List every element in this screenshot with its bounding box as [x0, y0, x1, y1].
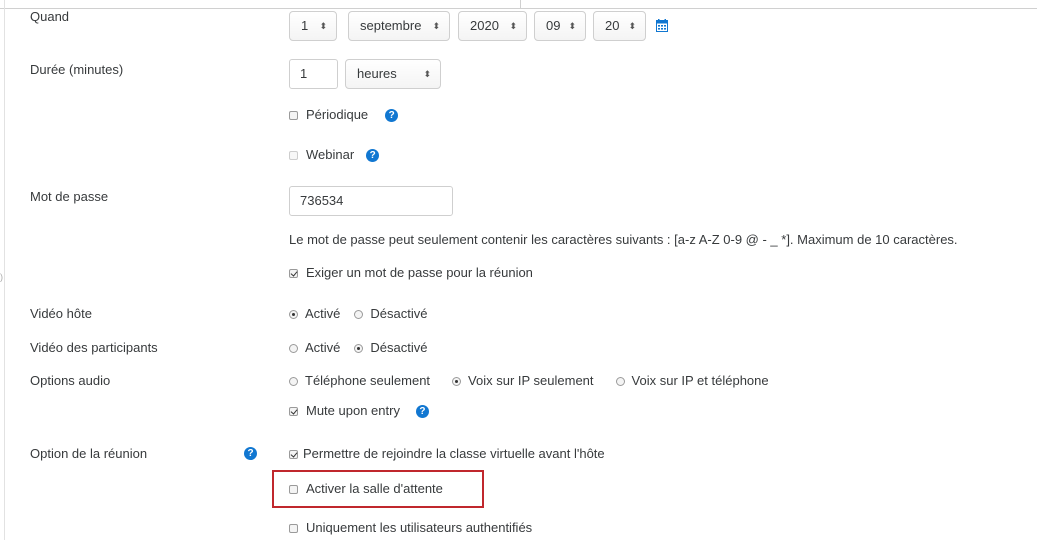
month-select[interactable]: septembre ⬍: [348, 11, 450, 41]
meeting-option-label: Option de la réunion: [30, 446, 148, 461]
participant-video-off-label: Désactivé: [370, 340, 428, 355]
host-video-on-radio[interactable]: [289, 309, 298, 319]
recurring-checkbox[interactable]: [289, 110, 298, 120]
audio-both-label: Voix sur IP et téléphone: [631, 373, 769, 388]
participant-video-on-radio[interactable]: [289, 343, 298, 353]
sort-arrows-icon: ⬍: [423, 69, 431, 79]
duration-unit-value: heures: [357, 66, 397, 81]
password-label: Mot de passe: [30, 189, 109, 204]
audio-options-label: Options audio: [30, 373, 111, 388]
host-video-off-label: Désactivé: [370, 306, 428, 321]
require-password-row: Exiger un mot de passe pour la réunion: [289, 264, 533, 282]
mute-label: Mute upon entry: [306, 403, 400, 418]
webinar-checkbox[interactable]: [289, 150, 298, 160]
mute-checkbox[interactable]: [289, 406, 298, 416]
host-video-on-label: Activé: [305, 306, 341, 321]
password-hint: Le mot de passe peut seulement contenir …: [289, 232, 958, 247]
participant-video-options: Activé Désactivé: [289, 339, 427, 357]
audio-voip-radio[interactable]: [452, 376, 462, 386]
auth-only-checkbox[interactable]: [289, 523, 298, 533]
audio-options: Téléphone seulement Voix sur IP seulemen…: [289, 372, 769, 390]
top-border: [0, 8, 1037, 9]
sort-arrows-icon: ⬍: [509, 21, 517, 31]
participant-video-off-radio[interactable]: [354, 343, 364, 353]
month-select-value: septembre: [360, 18, 422, 33]
join-before-host-row: Permettre de rejoindre la classe virtuel…: [289, 445, 605, 463]
waiting-room-highlight: [272, 470, 484, 508]
sort-arrows-icon: ⬍: [568, 21, 576, 31]
day-select[interactable]: 1 ⬍: [289, 11, 337, 41]
join-before-host-label: Permettre de rejoindre la classe virtuel…: [303, 446, 605, 461]
year-select-value: 2020: [470, 18, 499, 33]
minute-select[interactable]: 20 ⬍: [593, 11, 646, 41]
question-circle-icon[interactable]: ?: [366, 148, 380, 162]
zoom-meeting-form: ) Quand 1 ⬍ septembre ⬍ 2020 ⬍ 09 ⬍ 20 ⬍…: [0, 0, 1037, 540]
year-select[interactable]: 2020 ⬍: [458, 11, 527, 41]
when-label: Quand: [30, 9, 70, 24]
host-video-off-radio[interactable]: [354, 309, 364, 319]
top-border-tick: [520, 0, 521, 9]
auth-only-label: Uniquement les utilisateurs authentifiés: [306, 520, 533, 535]
audio-voip-label: Voix sur IP seulement: [468, 373, 594, 388]
day-select-value: 1: [301, 18, 309, 33]
participant-video-on-label: Activé: [305, 340, 341, 355]
auth-only-row: Uniquement les utilisateurs authentifiés: [289, 519, 532, 537]
duration-unit-select[interactable]: heures ⬍: [345, 59, 441, 89]
recurring-label: Périodique: [306, 107, 369, 122]
left-edge-border: [4, 0, 5, 540]
webinar-row: Webinar ?: [289, 146, 380, 164]
question-circle-icon[interactable]: ?: [244, 447, 257, 460]
sort-arrows-icon: ⬍: [628, 21, 636, 31]
sort-arrows-icon: ⬍: [432, 21, 440, 31]
hour-select-value: 09: [546, 18, 561, 33]
webinar-label: Webinar: [306, 147, 355, 162]
recurring-row: Périodique ?: [289, 106, 399, 124]
require-password-checkbox[interactable]: [289, 268, 298, 278]
require-password-label: Exiger un mot de passe pour la réunion: [306, 265, 533, 280]
audio-both-radio[interactable]: [615, 376, 625, 386]
mute-row: Mute upon entry ?: [289, 402, 429, 420]
minute-select-value: 20: [605, 18, 620, 33]
question-circle-icon[interactable]: ?: [385, 108, 399, 122]
calendar-icon[interactable]: [656, 19, 668, 32]
audio-phone-label: Téléphone seulement: [305, 373, 431, 388]
join-before-host-checkbox[interactable]: [289, 449, 298, 459]
audio-phone-radio[interactable]: [289, 376, 298, 386]
host-video-options: Activé Désactivé: [289, 305, 427, 323]
question-circle-icon[interactable]: ?: [415, 404, 429, 418]
host-video-label: Vidéo hôte: [30, 306, 92, 321]
password-input[interactable]: 736534: [289, 186, 453, 216]
hour-select[interactable]: 09 ⬍: [534, 11, 586, 41]
duration-label: Durée (minutes): [30, 62, 124, 77]
sort-arrows-icon: ⬍: [319, 21, 327, 31]
edge-mark: ): [0, 272, 3, 282]
participant-video-label: Vidéo des participants: [30, 340, 158, 355]
duration-input[interactable]: 1: [289, 59, 338, 89]
